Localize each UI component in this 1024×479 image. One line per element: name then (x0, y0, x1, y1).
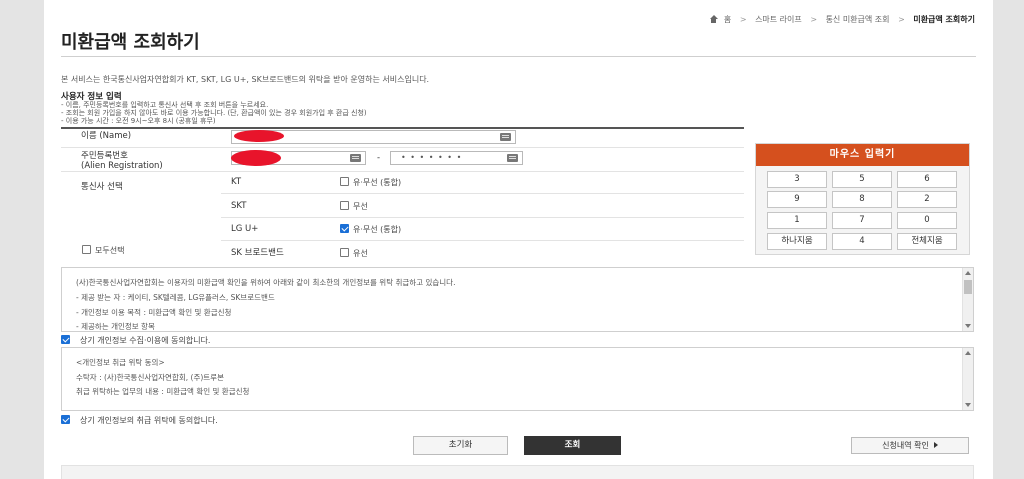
row-divider (221, 217, 744, 218)
carrier-label: 통신사 선택 (81, 182, 123, 192)
option-label: 유선 (353, 249, 368, 258)
keypad-key[interactable]: 7 (832, 212, 892, 229)
row-divider (61, 171, 744, 172)
page: 홈 > 스마트 라이프 > 통신 미환급액 조회 > 미환급액 조회하기 미환급… (44, 0, 993, 479)
select-all-checkbox[interactable]: 모두선택 (82, 245, 124, 256)
keypad-key[interactable]: 9 (767, 191, 827, 208)
keypad-key[interactable]: 3 (767, 171, 827, 188)
mouse-keypad: 마우스 입력기 3 5 6 9 8 2 1 7 0 하나지움 4 전체지움 (755, 143, 970, 255)
checkbox-checked[interactable] (61, 335, 70, 344)
option-label: 유·무선 (통합) (353, 178, 402, 187)
consignment-consent-text[interactable]: <개인정보 취급 위탁 동의> 수탁자 : (사)한국통신사업자연합회, (주)… (61, 347, 974, 411)
rrn-sublabel: (Alien Registration) (81, 161, 163, 171)
title-divider (61, 56, 976, 57)
carrier-kt: KT (231, 177, 242, 187)
instruction-note: - 이용 가능 시간 : 오전 9시~오후 8시 (공휴일 휴무) (61, 117, 216, 125)
option-label: 무선 (353, 202, 368, 211)
breadcrumb-refund[interactable]: 통신 미환급액 조회 (826, 15, 890, 24)
keypad-key[interactable]: 4 (832, 233, 892, 250)
keypad-key[interactable]: 0 (897, 212, 957, 229)
rrn-back-masked-value: • • • • • • • (401, 153, 463, 162)
row-divider (221, 240, 744, 241)
keypad-key[interactable]: 8 (832, 191, 892, 208)
agree-collection-checkbox[interactable]: 상기 개인정보 수집·이용에 동의합니다. (61, 335, 210, 346)
keypad-title: 마우스 입력기 (756, 144, 969, 166)
privacy-consent-text[interactable]: (사)한국통신사업자연합회는 이용자의 미환급액 확인을 위하여 아래와 같이 … (61, 267, 974, 332)
scroll-down-icon[interactable] (965, 403, 971, 407)
instruction-note: - 조회는 회원 가입을 하지 않아도 바로 이용 가능합니다. (단, 환급액… (61, 109, 367, 117)
arrow-right-icon (933, 442, 938, 448)
instruction-note: - 이름, 주민등록번호를 입력하고 통신사 선택 후 조회 버튼을 누르세요. (61, 101, 269, 109)
keypad-key[interactable]: 1 (767, 212, 827, 229)
select-all-label: 모두선택 (95, 246, 125, 255)
scrollbar[interactable] (962, 348, 973, 410)
page-title: 미환급액 조회하기 (61, 32, 200, 53)
carrier-skb: SK 브로드밴드 (231, 248, 284, 258)
carrier-lgu: LG U+ (231, 224, 259, 234)
carrier-skt: SKT (231, 201, 247, 211)
keyboard-icon[interactable] (350, 154, 361, 162)
breadcrumb-home[interactable]: 홈 (724, 15, 731, 24)
row-divider (61, 147, 744, 148)
keyboard-icon[interactable] (507, 154, 518, 162)
history-button-label: 신청내역 확인 (882, 441, 929, 450)
consent-text-line: - 개인정보 이용 목적 : 미환급액 확인 및 환급신청 (76, 308, 232, 317)
scroll-down-icon[interactable] (965, 324, 971, 328)
consent-text-line: 취급 위탁하는 업무의 내용 : 미환급액 확인 및 환급신청 (76, 387, 250, 396)
keypad-key[interactable]: 6 (897, 171, 957, 188)
keypad-backspace[interactable]: 하나지움 (767, 233, 827, 250)
service-description: 본 서비스는 한국통신사업자연합회가 KT, SKT, LG U+, SK브로드… (61, 75, 430, 84)
carrier-skb-option[interactable]: 유선 (340, 248, 368, 259)
keypad-clear[interactable]: 전체지움 (897, 233, 957, 250)
reset-button[interactable]: 초기화 (413, 436, 508, 455)
home-icon[interactable] (709, 15, 719, 23)
search-button[interactable]: 조회 (524, 436, 621, 455)
consent-text-line: - 제공하는 개인정보 항목 (76, 322, 155, 331)
keypad-key[interactable]: 5 (832, 171, 892, 188)
history-button[interactable]: 신청내역 확인 (851, 437, 969, 454)
consent-text-line: <개인정보 취급 위탁 동의> (76, 358, 165, 367)
carrier-lgu-option[interactable]: 유·무선 (통합) (340, 224, 401, 235)
keypad-key[interactable]: 2 (897, 191, 957, 208)
breadcrumb-smart-life[interactable]: 스마트 라이프 (755, 15, 802, 24)
carrier-kt-option[interactable]: 유·무선 (통합) (340, 177, 401, 188)
breadcrumb-separator: > (739, 15, 747, 24)
scrollbar[interactable] (962, 268, 973, 331)
consent-text-line: 수탁자 : (사)한국통신사업자연합회, (주)트루본 (76, 373, 224, 382)
rrn-label: 주민등록번호 (81, 151, 128, 161)
agree-collection-label: 상기 개인정보 수집·이용에 동의합니다. (80, 336, 211, 345)
rrn-dash: - (377, 153, 381, 163)
checkbox[interactable] (340, 201, 349, 210)
breadcrumb-current: 미환급액 조회하기 (913, 15, 975, 24)
breadcrumb: 홈 > 스마트 라이프 > 통신 미환급액 조회 > 미환급액 조회하기 (709, 14, 975, 25)
checkbox[interactable] (82, 245, 91, 254)
form-top-border (61, 127, 744, 129)
checkbox[interactable] (340, 177, 349, 186)
scroll-up-icon[interactable] (965, 271, 971, 275)
breadcrumb-separator: > (810, 15, 818, 24)
checkbox[interactable] (340, 248, 349, 257)
agree-consignment-checkbox[interactable]: 상기 개인정보의 취급 위탁에 동의합니다. (61, 415, 218, 426)
scroll-up-icon[interactable] (965, 351, 971, 355)
carrier-skt-option[interactable]: 무선 (340, 201, 368, 212)
row-divider (221, 193, 744, 194)
redacted-name (234, 130, 284, 142)
consent-text-line: (사)한국통신사업자연합회는 이용자의 미환급액 확인을 위하여 아래와 같이 … (76, 278, 456, 287)
consent-text-line: - 제공 받는 자 : 케이티, SK텔레콤, LG유플러스, SK브로드밴드 (76, 293, 275, 302)
scroll-thumb[interactable] (964, 280, 972, 294)
keyboard-icon[interactable] (500, 133, 511, 141)
option-label: 유·무선 (통합) (353, 225, 402, 234)
checkbox-checked[interactable] (340, 224, 349, 233)
rrn-back-input[interactable]: • • • • • • • (390, 151, 523, 165)
checkbox-checked[interactable] (61, 415, 70, 424)
breadcrumb-separator: > (898, 15, 905, 24)
bottom-panel (61, 465, 974, 479)
redacted-rrn (231, 150, 281, 166)
agree-consignment-label: 상기 개인정보의 취급 위탁에 동의합니다. (80, 416, 218, 425)
name-label: 이름 (Name) (81, 131, 132, 141)
